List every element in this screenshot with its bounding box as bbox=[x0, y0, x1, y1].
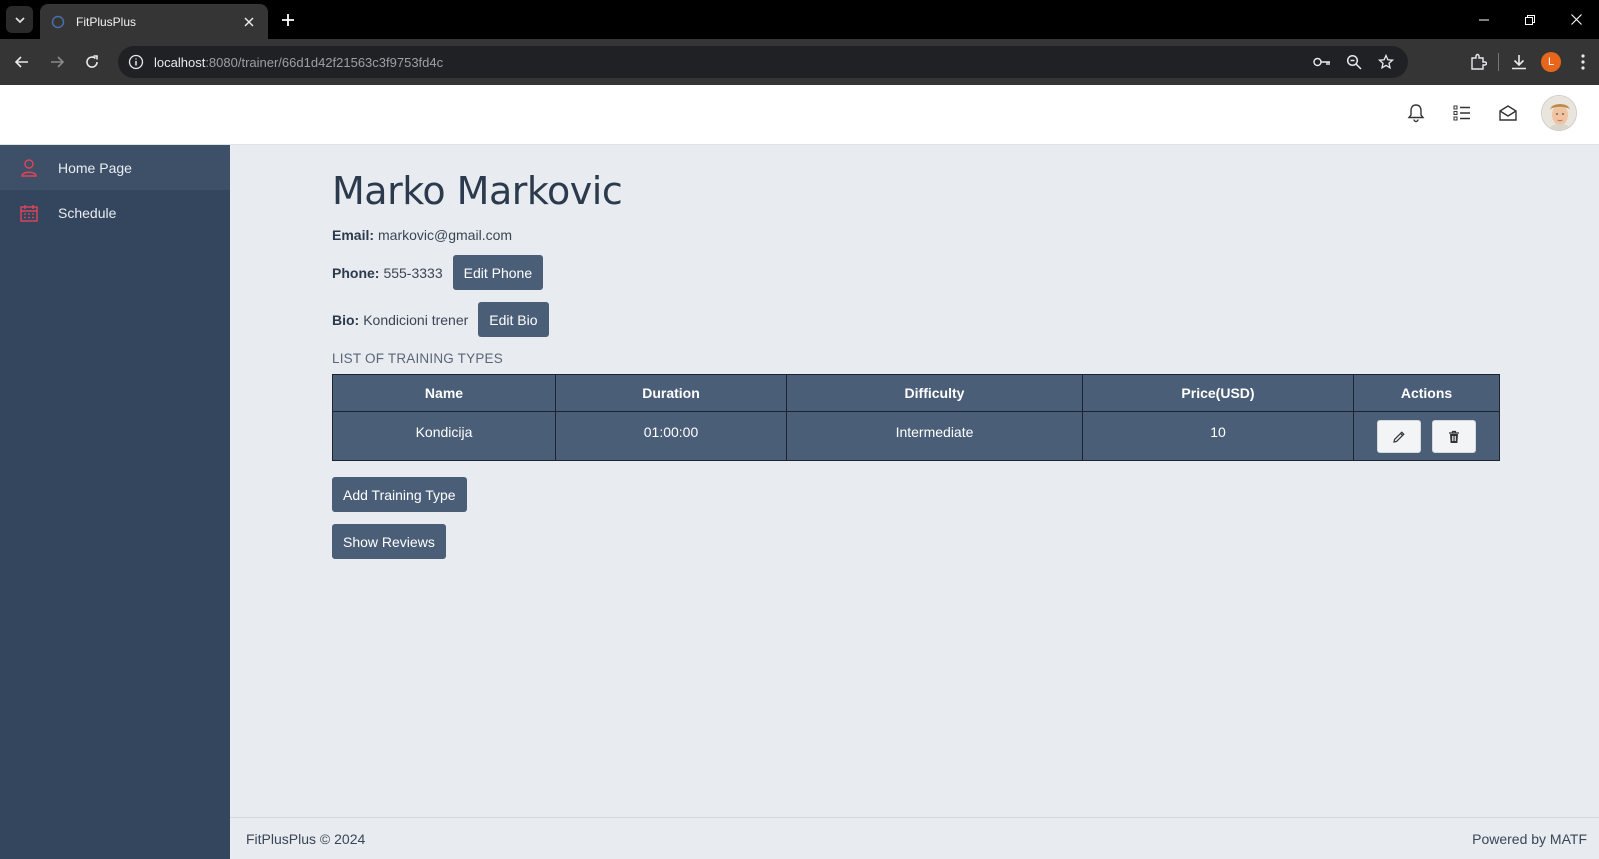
training-types-heading: LIST OF TRAINING TYPES bbox=[332, 351, 503, 366]
url-text: localhost:8080/trainer/66d1d42f21563c3f9… bbox=[154, 55, 443, 70]
column-header-name: Name bbox=[332, 374, 556, 412]
email-label: Email: bbox=[332, 227, 375, 243]
more-menu-icon[interactable] bbox=[1567, 48, 1599, 76]
delete-training-button[interactable] bbox=[1432, 420, 1477, 453]
sidebar-item-schedule[interactable]: Schedule bbox=[0, 190, 230, 235]
list-icon[interactable] bbox=[1449, 100, 1475, 126]
tab-title: FitPlusPlus bbox=[76, 14, 137, 29]
arrow-right-icon bbox=[51, 56, 65, 68]
tab-close-icon[interactable] bbox=[240, 13, 258, 31]
show-reviews-button[interactable]: Show Reviews bbox=[332, 524, 446, 559]
sidebar-item-label: Home Page bbox=[58, 159, 132, 176]
sidebar: Home Page Schedule bbox=[0, 145, 230, 859]
minimize-button[interactable] bbox=[1461, 0, 1507, 39]
column-header-price: Price(USD) bbox=[1082, 374, 1354, 412]
avatar[interactable] bbox=[1541, 95, 1577, 131]
page-title: Marko Markovic bbox=[332, 169, 623, 213]
star-icon[interactable] bbox=[1376, 52, 1396, 72]
email-line: Email: markovic@gmail.com bbox=[332, 225, 1502, 245]
pencil-icon bbox=[1392, 430, 1405, 443]
tab-search-button[interactable] bbox=[6, 6, 33, 33]
browser-tab-bar: FitPlusPlus bbox=[0, 0, 1599, 39]
cell-name: Kondicija bbox=[332, 411, 556, 461]
minimize-icon bbox=[1479, 19, 1489, 20]
edit-bio-button[interactable]: Edit Bio bbox=[478, 302, 549, 337]
sidebar-item-home-page[interactable]: Home Page bbox=[0, 145, 230, 190]
bell-icon[interactable] bbox=[1403, 100, 1429, 126]
cell-actions bbox=[1353, 411, 1500, 461]
email-value: markovic@gmail.com bbox=[378, 227, 513, 243]
sidebar-item-label: Schedule bbox=[58, 204, 117, 221]
bio-line: Bio: Kondicioni trener Edit Bio bbox=[332, 302, 1502, 337]
close-window-button[interactable] bbox=[1553, 0, 1599, 39]
extensions-icon[interactable] bbox=[1462, 48, 1494, 76]
calendar-icon bbox=[20, 204, 38, 222]
cell-duration: 01:00:00 bbox=[555, 411, 787, 461]
url-host: localhost bbox=[154, 54, 206, 70]
envelope-icon[interactable] bbox=[1495, 100, 1521, 126]
add-training-type-button[interactable]: Add Training Type bbox=[332, 477, 467, 512]
forward-button[interactable] bbox=[43, 48, 71, 76]
training-types-table: Name Duration Difficulty Price(USD) Acti… bbox=[332, 374, 1500, 461]
app-header bbox=[0, 85, 1599, 145]
phone-value: 555-3333 bbox=[383, 264, 443, 281]
footer-powered-by: Powered by MATF bbox=[1472, 831, 1587, 847]
bio-label: Bio: bbox=[332, 311, 360, 328]
profile-avatar: L bbox=[1541, 52, 1561, 72]
column-header-difficulty: Difficulty bbox=[786, 374, 1083, 412]
browser-toolbar: localhost:8080/trainer/66d1d42f21563c3f9… bbox=[0, 39, 1599, 85]
cell-price: 10 bbox=[1082, 411, 1354, 461]
new-tab-button[interactable] bbox=[276, 8, 300, 32]
zoom-icon[interactable] bbox=[1344, 52, 1364, 72]
edit-training-button[interactable] bbox=[1376, 420, 1421, 453]
phone-label: Phone: bbox=[332, 264, 380, 281]
table-row: Kondicija 01:00:00 Intermediate 10 bbox=[332, 411, 1500, 461]
cell-difficulty: Intermediate bbox=[786, 411, 1083, 461]
footer: FitPlusPlus © 2024 Powered by MATF bbox=[230, 817, 1599, 859]
reload-icon bbox=[86, 55, 98, 68]
arrow-left-icon bbox=[14, 56, 28, 68]
key-icon[interactable] bbox=[1312, 52, 1332, 72]
reload-button[interactable] bbox=[78, 48, 106, 76]
edit-phone-button[interactable]: Edit Phone bbox=[452, 255, 544, 290]
profile-button[interactable]: L bbox=[1535, 48, 1567, 76]
favicon-icon bbox=[50, 14, 66, 30]
phone-line: Phone: 555-3333 Edit Phone bbox=[332, 255, 1502, 290]
plus-icon bbox=[282, 14, 294, 26]
url-path: :8080/trainer/66d1d42f21563c3f9753fd4c bbox=[205, 54, 444, 70]
trash-icon bbox=[1449, 430, 1460, 443]
address-bar[interactable]: localhost:8080/trainer/66d1d42f21563c3f9… bbox=[118, 46, 1408, 78]
download-icon[interactable] bbox=[1503, 48, 1535, 76]
footer-copyright: FitPlusPlus © 2024 bbox=[246, 831, 366, 847]
toolbar-divider bbox=[1498, 53, 1499, 71]
restore-button[interactable] bbox=[1507, 0, 1553, 39]
site-info-icon[interactable] bbox=[126, 52, 146, 72]
back-button[interactable] bbox=[8, 48, 36, 76]
restore-icon bbox=[1525, 14, 1535, 25]
column-header-actions: Actions bbox=[1353, 374, 1500, 412]
table-header-row: Name Duration Difficulty Price(USD) Acti… bbox=[332, 374, 1500, 412]
bio-value: Kondicioni trener bbox=[363, 311, 469, 328]
chevron-down-icon bbox=[14, 16, 25, 23]
column-header-duration: Duration bbox=[555, 374, 787, 412]
close-icon bbox=[1570, 14, 1582, 25]
user-icon bbox=[20, 158, 38, 177]
browser-tab[interactable]: FitPlusPlus bbox=[40, 4, 268, 39]
main-content: Marko Markovic Email: markovic@gmail.com… bbox=[230, 145, 1599, 817]
